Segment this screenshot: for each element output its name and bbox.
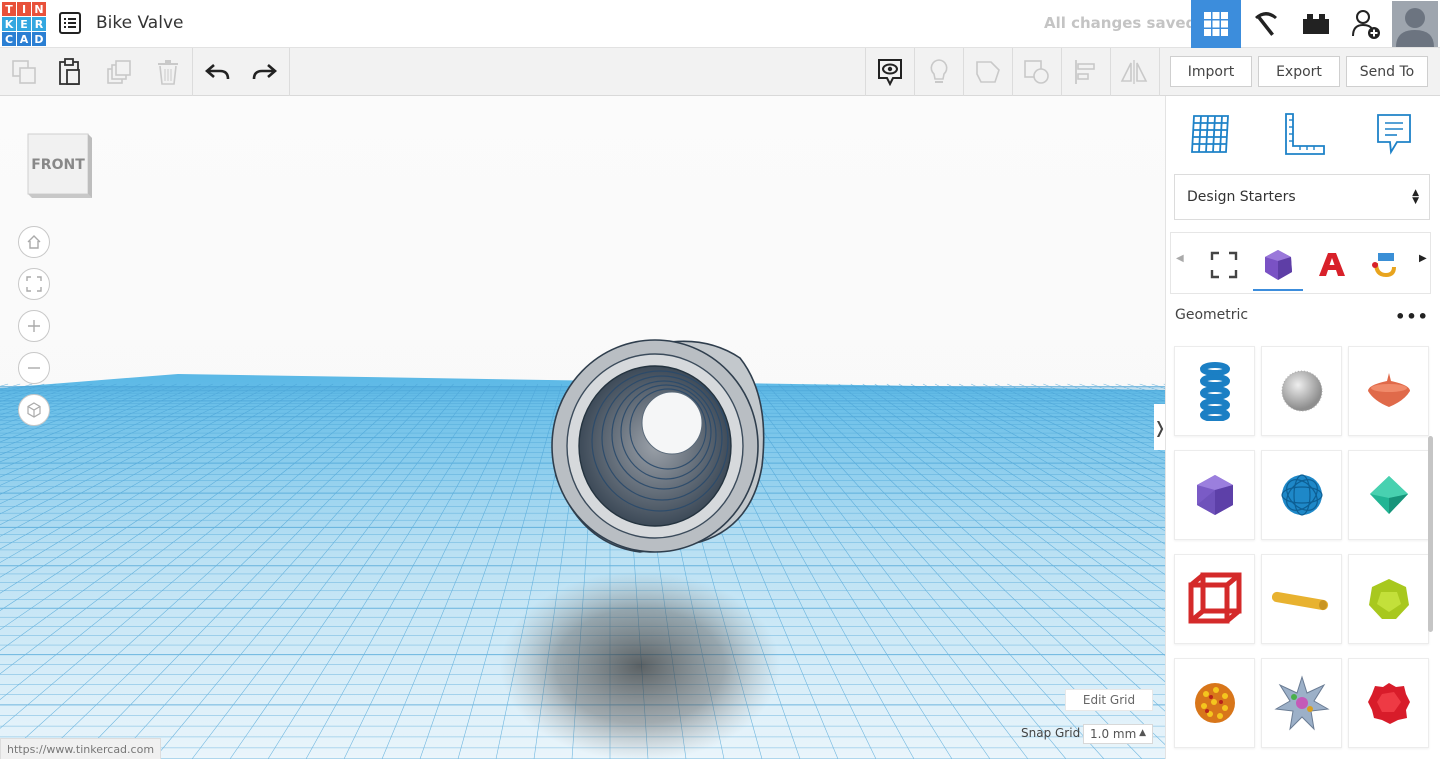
category-carousel: ◀ ▶: [1170, 232, 1431, 294]
show-notes-icon[interactable]: [866, 48, 914, 96]
cube-frame-shape[interactable]: [1174, 554, 1255, 644]
valve-cylinder-object[interactable]: [551, 339, 765, 553]
carousel-next-icon[interactable]: ▶: [1419, 253, 1427, 264]
shape-library-value: Design Starters: [1187, 189, 1296, 205]
delete-icon[interactable]: [144, 48, 192, 96]
top-bar: TIN KER CAD Bike Valve All changes saved: [0, 0, 1440, 48]
workplane-scene[interactable]: [0, 96, 1165, 759]
geometric-icon[interactable]: [1253, 241, 1303, 291]
undo-icon[interactable]: [194, 48, 242, 96]
edit-toolbar: Import Export Send To: [0, 48, 1440, 96]
design-title[interactable]: Bike Valve: [96, 13, 183, 33]
dotted-sphere-shape[interactable]: [1174, 658, 1255, 748]
collapse-panel-button[interactable]: ❭: [1153, 404, 1165, 450]
logo-letter: T: [2, 2, 16, 16]
import-button[interactable]: Import: [1170, 56, 1252, 87]
octahedron-shape[interactable]: [1348, 450, 1429, 540]
logo-letter: D: [32, 32, 46, 46]
redo-icon[interactable]: [240, 48, 288, 96]
design-list-icon[interactable]: [58, 11, 82, 35]
duplicate-icon[interactable]: [96, 48, 144, 96]
rough-sphere-shape[interactable]: [1348, 658, 1429, 748]
logo-letter: K: [2, 17, 16, 31]
home-view-icon[interactable]: [18, 226, 50, 258]
snap-grid-label: Snap Grid: [1021, 726, 1081, 740]
object-shadow: [500, 571, 780, 759]
snap-grid-select[interactable]: 1.0 mm ▲: [1083, 724, 1153, 744]
caret-up-icon: ▲: [1139, 728, 1146, 738]
shape-section-title: Geometric: [1175, 307, 1249, 323]
select-arrows-icon: ▲ ▼: [1412, 188, 1419, 206]
lightbulb-icon[interactable]: [915, 48, 963, 96]
star-polyhedron-shape[interactable]: [1261, 658, 1342, 748]
save-status: All changes saved: [1044, 14, 1197, 32]
status-url: https://www.tinkercad.com: [0, 738, 162, 759]
dodecahedron-shape[interactable]: [1348, 554, 1429, 644]
bricks-icon[interactable]: [1291, 0, 1341, 48]
copy-icon[interactable]: [0, 48, 48, 96]
notes-icon[interactable]: [1370, 110, 1418, 158]
text-icon[interactable]: [1307, 241, 1357, 289]
view-cube-label: FRONT: [31, 157, 85, 173]
send-to-button[interactable]: Send To: [1346, 56, 1428, 87]
align-icon[interactable]: [1062, 48, 1110, 96]
sphere-noise-shape[interactable]: [1261, 346, 1342, 436]
view-cube[interactable]: FRONT: [26, 132, 96, 206]
logo-letter: R: [32, 17, 46, 31]
connectors-icon[interactable]: [1359, 241, 1409, 289]
fit-view-icon[interactable]: [18, 268, 50, 300]
spring-shape[interactable]: [1174, 346, 1255, 436]
spinning-top-shape[interactable]: [1348, 346, 1429, 436]
ruler-icon[interactable]: [1280, 110, 1328, 158]
logo-letter: A: [17, 32, 31, 46]
favorites-icon[interactable]: [1199, 241, 1249, 289]
ungroup-icon[interactable]: [1013, 48, 1061, 96]
logo-letter: E: [17, 17, 31, 31]
shapes-panel: Design Starters ▲ ▼ ◀ ▶ Geometric •••: [1165, 96, 1440, 759]
shape-library-dropdown[interactable]: Design Starters ▲ ▼: [1174, 174, 1430, 220]
blocks-pickaxe-icon[interactable]: [1241, 0, 1291, 48]
logo-letter: I: [17, 2, 31, 16]
zoom-out-icon[interactable]: [18, 352, 50, 384]
user-avatar[interactable]: [1392, 1, 1438, 47]
workplane-icon[interactable]: [1186, 110, 1234, 158]
snap-grid-value: 1.0 mm: [1090, 727, 1137, 741]
logo-letter: N: [32, 2, 46, 16]
group-icon[interactable]: [964, 48, 1012, 96]
carousel-prev-icon[interactable]: ◀: [1176, 253, 1184, 264]
panel-scrollbar[interactable]: [1428, 436, 1433, 632]
mirror-icon[interactable]: [1110, 48, 1158, 96]
invite-user-icon[interactable]: [1341, 0, 1391, 48]
icosahedron-shape[interactable]: [1174, 450, 1255, 540]
paste-icon[interactable]: [46, 48, 94, 96]
perspective-icon[interactable]: [18, 394, 50, 426]
logo-letter: C: [2, 32, 16, 46]
ball-of-yarn-shape[interactable]: [1261, 450, 1342, 540]
rod-shape[interactable]: [1261, 554, 1342, 644]
tinkercad-logo[interactable]: TIN KER CAD: [2, 2, 46, 46]
edit-grid-button[interactable]: Edit Grid: [1065, 689, 1153, 711]
3d-viewport[interactable]: FRONT Edit Grid Snap Grid 1.0 mm ▲ https…: [0, 96, 1165, 759]
more-options-button[interactable]: •••: [1395, 304, 1428, 328]
zoom-in-icon[interactable]: [18, 310, 50, 342]
3d-design-view-icon[interactable]: [1191, 0, 1241, 48]
export-button[interactable]: Export: [1258, 56, 1340, 87]
